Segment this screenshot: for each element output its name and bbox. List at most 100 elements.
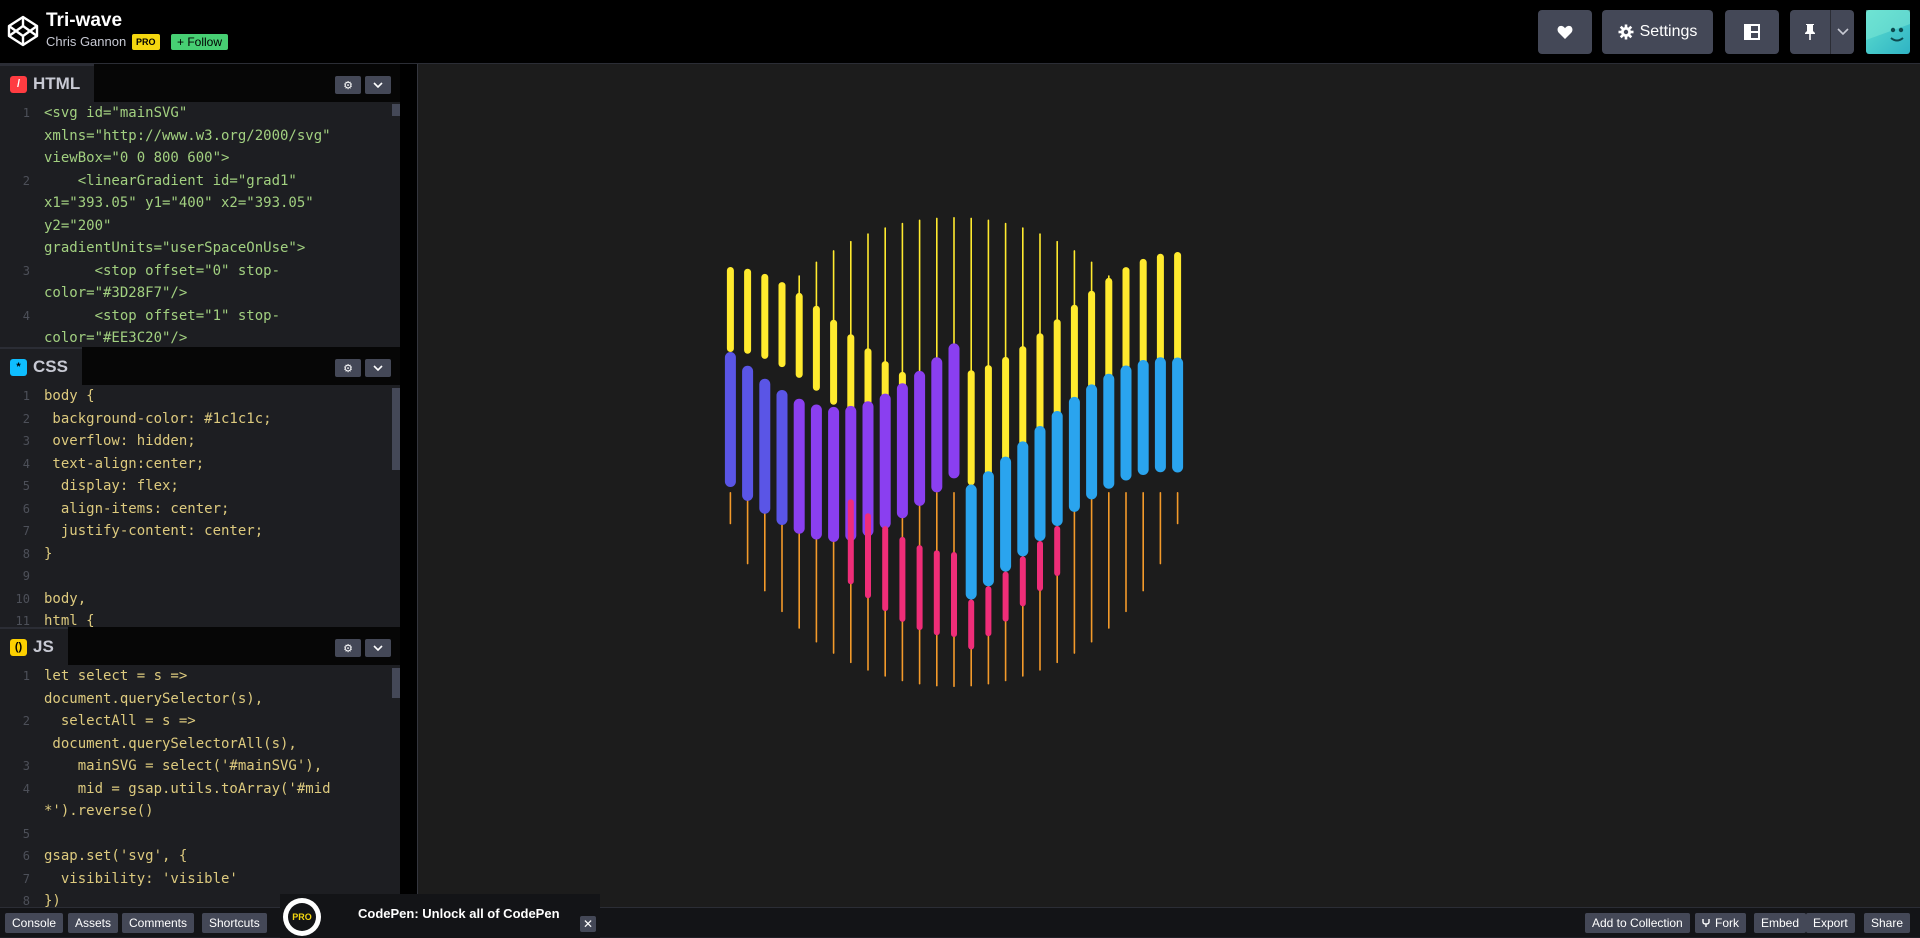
shortcuts-button[interactable]: Shortcuts xyxy=(202,913,267,933)
code-line[interactable]: 1 body { xyxy=(0,385,392,408)
wave-bar-blue xyxy=(1154,357,1166,473)
code-line[interactable]: 11 html { xyxy=(0,610,392,627)
code-line[interactable]: 2 background-color: #1c1c1c; xyxy=(0,408,392,431)
code-line[interactable]: 3 overflow: hidden; xyxy=(0,430,392,453)
code-line[interactable]: viewBox="0 0 800 600"> xyxy=(0,147,392,170)
code-line[interactable]: 3 mainSVG = select('#mainSVG'), xyxy=(0,755,392,778)
code-line[interactable]: 9 xyxy=(0,565,392,588)
comments-button[interactable]: Comments xyxy=(122,913,195,933)
code-line[interactable]: 8} xyxy=(0,543,392,566)
code-line[interactable]: document.querySelectorAll(s), xyxy=(0,733,392,756)
html-code-area[interactable]: 1 <svg id="mainSVG" xmlns="http://www.w3.o… xyxy=(0,102,392,347)
code-text: <stop offset="1" stop- xyxy=(44,307,281,324)
code-line[interactable]: 4 <stop offset="1" stop- xyxy=(0,305,392,328)
pro-promo-text[interactable]: CodePen: Unlock all of CodePen xyxy=(358,906,560,921)
code-line[interactable]: 5 display: flex; xyxy=(0,475,392,498)
pin-icon xyxy=(1805,24,1815,40)
bottom-bar: Console Assets Comments Shortcuts PRO Co… xyxy=(0,894,1920,938)
assets-button[interactable]: Assets xyxy=(68,913,119,933)
pen-title[interactable]: Tri-wave xyxy=(46,10,122,32)
pin-dropdown-button[interactable] xyxy=(1830,10,1854,54)
code-line[interactable]: 1 <svg id="mainSVG" xyxy=(0,102,392,125)
change-view-button[interactable] xyxy=(1725,10,1779,54)
wave-bar-yellow xyxy=(1122,267,1130,383)
line-number: 1 xyxy=(22,389,30,403)
js-panel-tab[interactable]: () JS xyxy=(0,627,68,665)
chevron-down-icon xyxy=(1836,28,1849,36)
code-line[interactable]: document.querySelector(s), xyxy=(0,688,392,711)
chevron-down-icon xyxy=(373,365,383,371)
editor-resizer[interactable] xyxy=(400,64,418,907)
html-scrollbar[interactable] xyxy=(392,104,400,116)
js-settings-button[interactable]: ⚙ xyxy=(335,639,361,657)
code-line[interactable]: color="#EE3C20"/> xyxy=(0,327,392,347)
wave-bar-yellow xyxy=(1002,356,1010,472)
settings-button[interactable]: Settings xyxy=(1602,10,1713,54)
console-button[interactable]: Console xyxy=(5,913,64,933)
code-line[interactable]: 4 mid = gsap.utils.toArray('#mid xyxy=(0,778,392,801)
fork-icon xyxy=(1702,919,1710,927)
wave-thread-bottom xyxy=(1090,492,1093,643)
like-button[interactable] xyxy=(1538,10,1592,54)
css-scrollbar[interactable] xyxy=(392,388,400,470)
result-preview[interactable] xyxy=(418,64,1920,907)
wave-bar-purple xyxy=(879,393,891,529)
header-bar: Tri-wave Chris Gannon PRO + Follow Setti… xyxy=(0,0,1920,64)
close-icon[interactable]: ✕ xyxy=(580,916,596,932)
wave-bar-pink xyxy=(968,599,975,650)
wave-thread-bottom xyxy=(746,492,749,565)
js-collapse-button[interactable] xyxy=(365,639,391,657)
codepen-logo-icon[interactable] xyxy=(6,14,40,48)
wave-bar-pink xyxy=(865,513,871,599)
html-settings-button[interactable]: ⚙ xyxy=(335,76,361,94)
chevron-down-icon xyxy=(373,82,383,88)
code-text: body { xyxy=(44,388,95,404)
code-line[interactable]: gradientUnits="userSpaceOnUse"> xyxy=(0,237,392,260)
user-avatar[interactable] xyxy=(1866,10,1910,54)
export-button[interactable]: Export xyxy=(1806,913,1855,933)
css-code-area[interactable]: 1 body { 2 background-color: #1c1c1c; 3 ove… xyxy=(0,385,392,627)
wave-thread-bottom xyxy=(1125,492,1127,613)
embed-button[interactable]: Embed xyxy=(1754,913,1807,933)
code-line[interactable]: 7 visibility: 'visible' xyxy=(0,868,392,891)
code-line[interactable]: 6 gsap.set('svg', { xyxy=(0,845,392,868)
fork-button[interactable]: Fork xyxy=(1695,913,1746,933)
code-line[interactable]: 7 justify-content: center; xyxy=(0,520,392,543)
code-line[interactable]: *').reverse() xyxy=(0,800,392,823)
css-panel-tab[interactable]: * CSS xyxy=(0,347,82,385)
pro-promo-banner[interactable]: PRO CodePen: Unlock all of CodePen ✕ xyxy=(280,894,600,938)
code-line[interactable]: y2="200" xyxy=(0,215,392,238)
wave-bar-yellow xyxy=(812,305,820,391)
wave-bar-purple xyxy=(931,357,943,493)
add-to-collection-button[interactable]: Add to Collection xyxy=(1585,913,1690,933)
line-number: 7 xyxy=(22,524,30,538)
css-settings-button[interactable]: ⚙ xyxy=(335,359,361,377)
js-code-area[interactable]: 1 let select = s => document.querySelector… xyxy=(0,665,392,907)
html-panel-tab[interactable]: / HTML xyxy=(0,64,95,102)
code-text: let select = s => xyxy=(44,668,188,684)
code-line[interactable]: 1 let select = s => xyxy=(0,665,392,688)
tri-wave-animation xyxy=(724,217,1184,687)
code-line[interactable]: 6 align-items: center; xyxy=(0,498,392,521)
code-line[interactable]: 5 xyxy=(0,823,392,846)
code-line[interactable]: color="#3D28F7"/> xyxy=(0,282,392,305)
code-line[interactable]: xmlns="http://www.w3.org/2000/svg" xyxy=(0,125,392,148)
pin-button[interactable] xyxy=(1790,10,1830,54)
follow-button[interactable]: + Follow xyxy=(171,34,229,50)
code-text: overflow: hidden; xyxy=(44,433,196,449)
line-number: 8 xyxy=(22,546,30,561)
code-line[interactable]: 10 body, xyxy=(0,588,392,611)
css-collapse-button[interactable] xyxy=(365,359,391,377)
code-line[interactable]: 2 <linearGradient id="grad1" xyxy=(0,170,392,193)
css-panel-label: CSS xyxy=(33,357,68,376)
wave-bar-yellow xyxy=(984,365,992,481)
share-button[interactable]: Share xyxy=(1864,913,1911,933)
html-editor-panel: / HTML ⚙ 1 <svg id="mainSVG" xmlns="http:/… xyxy=(0,64,400,347)
code-line[interactable]: 4 text-align:center; xyxy=(0,453,392,476)
js-scrollbar[interactable] xyxy=(392,668,400,698)
html-collapse-button[interactable] xyxy=(365,76,391,94)
pen-author[interactable]: Chris Gannon xyxy=(46,34,126,49)
code-line[interactable]: 2 selectAll = s => xyxy=(0,710,392,733)
code-line[interactable]: 3 <stop offset="0" stop- xyxy=(0,260,392,283)
code-line[interactable]: x1="393.05" y1="400" x2="393.05" xyxy=(0,192,392,215)
